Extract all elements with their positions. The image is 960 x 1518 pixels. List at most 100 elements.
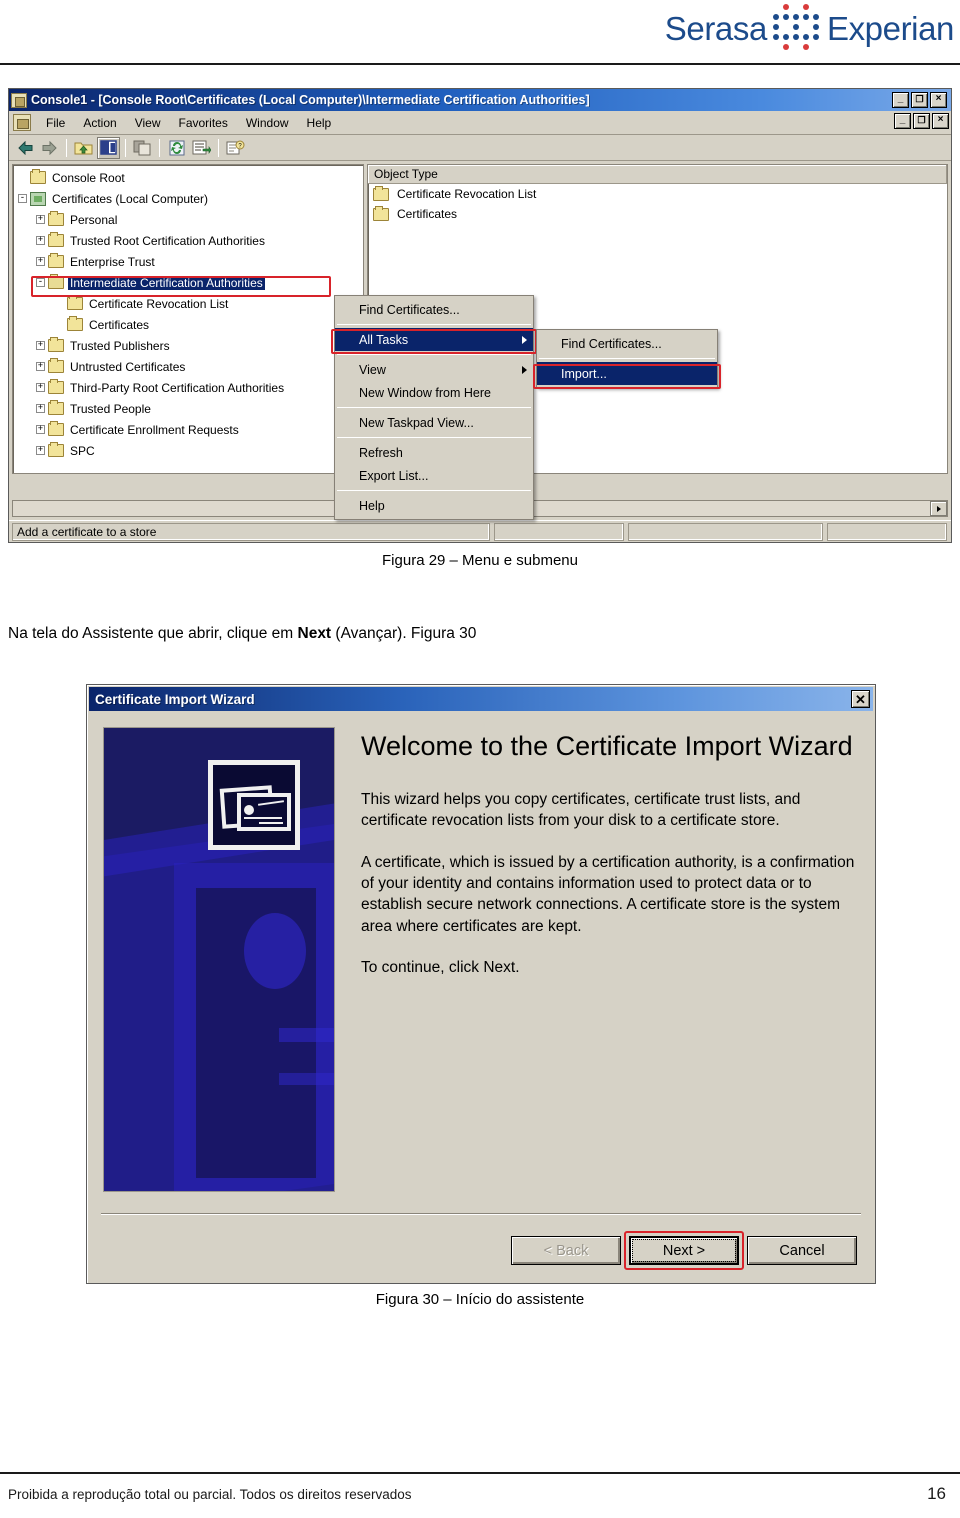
menu-favorites[interactable]: Favorites (170, 114, 237, 132)
expand-toggle[interactable]: + (36, 257, 45, 266)
tree-node-label: Trusted Root Certification Authorities (70, 233, 265, 248)
mmc-console-window: Console1 - [Console Root\Certificates (L… (8, 88, 952, 543)
brand-logo: Serasa Experian (665, 4, 954, 52)
wizard-paragraph-3: To continue, click Next. (361, 959, 520, 977)
menu-item-label: All Tasks (359, 332, 409, 347)
column-header-object-type[interactable]: Object Type (368, 165, 947, 184)
collapse-toggle[interactable]: - (18, 194, 27, 203)
expand-toggle[interactable]: + (36, 341, 45, 350)
console-menu-bar: File Action View Favorites Window Help _… (9, 111, 951, 135)
mdi-restore-icon: ❐ (917, 114, 926, 125)
tree-node-trusted-people[interactable]: + Trusted People (15, 398, 363, 419)
wizard-text-area: Welcome to the Certificate Import Wizard… (335, 727, 859, 1208)
expand-toggle[interactable]: + (36, 383, 45, 392)
expand-toggle[interactable]: + (36, 446, 45, 455)
tree-node-trusted-publishers[interactable]: + Trusted Publishers (15, 335, 363, 356)
folder-icon (48, 400, 64, 415)
mdi-close-icon: × (937, 114, 944, 125)
maximize-button[interactable]: ❐ (911, 92, 928, 108)
submenu-item-import[interactable]: Import... (537, 362, 717, 385)
figure-29-caption: Figura 29 – Menu e submenu (382, 552, 578, 569)
wizard-paragraph-2: A certificate, which is issued by a cert… (361, 853, 855, 935)
tree-node-personal[interactable]: + Personal (15, 209, 363, 230)
menu-item-label: View (359, 362, 386, 377)
minimize-button[interactable]: _ (892, 92, 909, 108)
close-button[interactable]: × (930, 92, 947, 108)
forward-icon[interactable] (38, 137, 61, 159)
scroll-right-button[interactable] (930, 501, 947, 516)
context-menu-item-find-certificates[interactable]: Find Certificates... (335, 298, 533, 321)
cancel-button[interactable]: Cancel (747, 1236, 857, 1265)
menu-view[interactable]: View (126, 114, 170, 132)
header-divider (0, 63, 960, 65)
list-item[interactable]: Certificate Revocation List (368, 184, 947, 204)
copy-icon[interactable] (131, 137, 154, 159)
expand-toggle[interactable]: + (36, 404, 45, 413)
tree-node-console-root[interactable]: Console Root (15, 167, 363, 188)
tree-node-label: Certificates (Local Computer) (52, 191, 209, 206)
tree-node-certificate-revocation-list[interactable]: Certificate Revocation List (15, 293, 363, 314)
back-button[interactable]: < Back (511, 1236, 621, 1265)
menu-item-label: Refresh (359, 445, 403, 460)
tree-node-certificates-local-computer[interactable]: - Certificates (Local Computer) (15, 188, 363, 209)
brand-word-experian: Experian (826, 9, 954, 47)
tree-node-trusted-root-certification-authorities[interactable]: + Trusted Root Certification Authorities (15, 230, 363, 251)
context-menu-item-all-tasks[interactable]: All Tasks (335, 328, 533, 351)
menu-file[interactable]: File (37, 114, 74, 132)
tree-node-enterprise-trust[interactable]: + Enterprise Trust (15, 251, 363, 272)
mdi-restore-button[interactable]: ❐ (913, 113, 930, 129)
expand-toggle[interactable]: + (36, 425, 45, 434)
menu-action[interactable]: Action (74, 114, 125, 132)
back-icon[interactable] (13, 137, 36, 159)
menu-window[interactable]: Window (237, 114, 298, 132)
expand-toggle[interactable]: + (36, 362, 45, 371)
wizard-banner-image (103, 727, 335, 1192)
mdi-close-button[interactable]: × (932, 113, 949, 129)
wizard-title-text: Certificate Import Wizard (95, 691, 255, 707)
context-menu-item-export-list[interactable]: Export List... (335, 464, 533, 487)
folder-icon (48, 211, 64, 226)
status-cell-2 (494, 522, 624, 541)
folder-icon (48, 337, 64, 352)
tree-node-spc[interactable]: + SPC (15, 440, 363, 461)
instruction-text-part1: Na tela do Assistente que abrir, clique … (8, 625, 298, 642)
close-icon: ✕ (855, 691, 866, 707)
menu-separator (337, 324, 531, 325)
console-toolbar: ? (9, 135, 951, 161)
context-menu-item-new-taskpad-view[interactable]: New Taskpad View... (335, 411, 533, 434)
console-tree-pane[interactable]: Console Root - Certificates (Local Compu… (12, 164, 364, 474)
context-menu-item-refresh[interactable]: Refresh (335, 441, 533, 464)
console-title-bar: Console1 - [Console Root\Certificates (L… (9, 89, 951, 111)
menu-help[interactable]: Help (298, 114, 341, 132)
context-menu-item-help[interactable]: Help (335, 494, 533, 517)
folder-icon (67, 295, 83, 310)
mdi-minimize-button[interactable]: _ (894, 113, 911, 129)
expand-toggle[interactable]: + (36, 215, 45, 224)
help-icon[interactable]: ? (224, 137, 247, 159)
submenu-item-find-certificates[interactable]: Find Certificates... (537, 332, 717, 355)
tree-node-intermediate-certification-authorities[interactable]: - Intermediate Certification Authorities (15, 272, 363, 293)
menu-item-label: Find Certificates... (359, 302, 460, 317)
tree-node-certificates[interactable]: Certificates (15, 314, 363, 335)
tree-node-label: Trusted Publishers (70, 338, 170, 353)
context-menu[interactable]: Find Certificates... All Tasks View New … (334, 295, 534, 520)
tree-node-label: Certificates (89, 317, 150, 332)
tree-node-untrusted-certificates[interactable]: + Untrusted Certificates (15, 356, 363, 377)
tree-node-third-party-root-certification-authorities[interactable]: + Third-Party Root Certification Authori… (15, 377, 363, 398)
next-button-label: Next > (662, 1242, 706, 1259)
show-hide-console-tree-icon[interactable] (97, 136, 120, 159)
context-menu-item-new-window-from-here[interactable]: New Window from Here (335, 381, 533, 404)
expand-toggle[interactable]: + (36, 236, 45, 245)
column-header-label: Object Type (374, 167, 438, 181)
tree-node-certificate-enrollment-requests[interactable]: + Certificate Enrollment Requests (15, 419, 363, 440)
up-one-level-icon[interactable] (72, 137, 95, 159)
context-submenu-all-tasks[interactable]: Find Certificates... Import... (536, 329, 718, 388)
refresh-icon[interactable] (165, 137, 188, 159)
context-menu-item-view[interactable]: View (335, 358, 533, 381)
list-item[interactable]: Certificates (368, 204, 947, 224)
export-list-icon[interactable] (190, 137, 213, 159)
collapse-toggle[interactable]: - (36, 278, 45, 287)
cancel-button-label: Cancel (779, 1242, 825, 1259)
wizard-close-button[interactable]: ✕ (851, 690, 870, 708)
next-button[interactable]: Next > (629, 1236, 739, 1265)
